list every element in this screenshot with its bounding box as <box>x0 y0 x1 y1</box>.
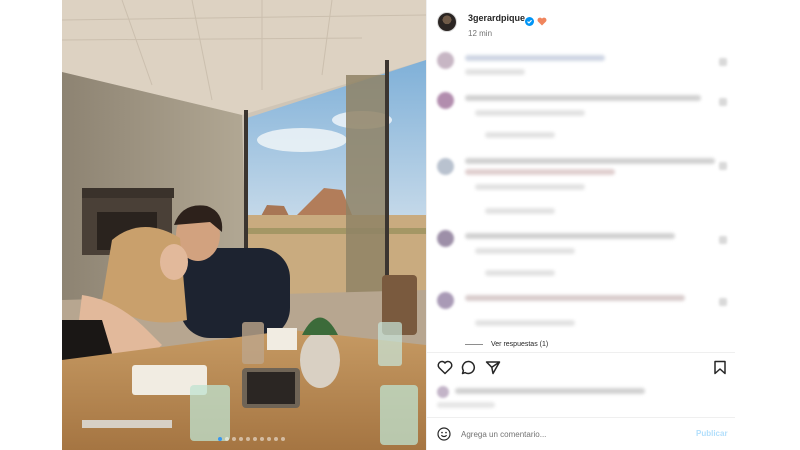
replies-divider <box>465 344 483 345</box>
comment-bubble-icon <box>461 360 475 375</box>
avatar[interactable] <box>437 12 457 32</box>
comment-text-blurred <box>465 55 605 61</box>
comment-avatar[interactable] <box>437 52 454 69</box>
paper-plane-icon <box>485 361 501 375</box>
comment-meta-blurred <box>475 184 585 190</box>
post-comment-button[interactable]: Publicar <box>696 429 728 438</box>
carousel-dot <box>225 437 229 441</box>
photo-illustration <box>62 0 426 450</box>
emoji-button[interactable] <box>437 427 451 446</box>
comment-text-blurred <box>465 295 685 301</box>
post-time: 12 min <box>468 29 493 38</box>
comment-text-blurred <box>465 158 715 164</box>
carousel-dot <box>253 437 257 441</box>
comment-like-icon[interactable] <box>719 98 727 106</box>
likes-date-blurred <box>437 402 495 408</box>
comment-avatar[interactable] <box>437 230 454 247</box>
add-comment-bar: Publicar <box>427 418 735 450</box>
carousel-dot <box>232 437 236 441</box>
comment-text-blurred <box>465 95 701 101</box>
comment-like-icon[interactable] <box>719 58 727 66</box>
verified-badge-icon <box>525 13 534 31</box>
comment-like-icon[interactable] <box>719 236 727 244</box>
comment-replies-blurred <box>485 132 555 138</box>
comment-text-blurred <box>465 169 615 175</box>
comment-meta-blurred <box>475 110 585 116</box>
comment-input[interactable] <box>461 427 681 441</box>
post-side-panel: 3gerardpique 12 min Ver respuestas (1) A… <box>426 0 735 450</box>
actions-divider <box>427 352 735 353</box>
liked-by-avatar[interactable] <box>437 386 449 398</box>
username[interactable]: 3gerardpique <box>468 13 525 23</box>
comment-meta-blurred <box>465 69 525 75</box>
like-button[interactable] <box>437 360 453 380</box>
comment-avatar[interactable] <box>437 158 454 175</box>
smiley-icon <box>437 427 451 441</box>
likes-text-blurred[interactable] <box>455 388 645 394</box>
carousel-dot <box>239 437 243 441</box>
post-actions <box>427 358 735 380</box>
orange-heart-icon <box>537 13 547 31</box>
heart-outline-icon <box>437 360 453 375</box>
carousel-dot <box>260 437 264 441</box>
comment-avatar[interactable] <box>437 292 454 309</box>
carousel-dot <box>267 437 271 441</box>
view-replies-label: Ver respuestas (1) <box>491 341 549 348</box>
comment-replies-blurred <box>485 208 555 214</box>
comment-like-icon[interactable] <box>719 298 727 306</box>
comments-list[interactable] <box>427 48 735 352</box>
share-button[interactable] <box>485 360 501 380</box>
carousel-indicator <box>218 437 285 441</box>
bookmark-icon <box>714 360 726 375</box>
post-photo[interactable] <box>62 0 426 450</box>
comment-text-blurred <box>465 233 675 239</box>
comment-meta-blurred <box>475 320 575 326</box>
comment-button[interactable] <box>461 360 477 380</box>
comment-avatar[interactable] <box>437 92 454 109</box>
comment-like-icon[interactable] <box>719 162 727 170</box>
post-header: 3gerardpique 12 min <box>427 0 735 48</box>
carousel-dot-active <box>218 437 222 441</box>
carousel-dot <box>246 437 250 441</box>
comment-replies-blurred <box>485 270 555 276</box>
view-replies-button[interactable]: Ver respuestas (1) <box>465 341 548 348</box>
save-button[interactable] <box>713 360 727 380</box>
carousel-dot <box>274 437 278 441</box>
carousel-dot <box>281 437 285 441</box>
comment-meta-blurred <box>475 248 575 254</box>
